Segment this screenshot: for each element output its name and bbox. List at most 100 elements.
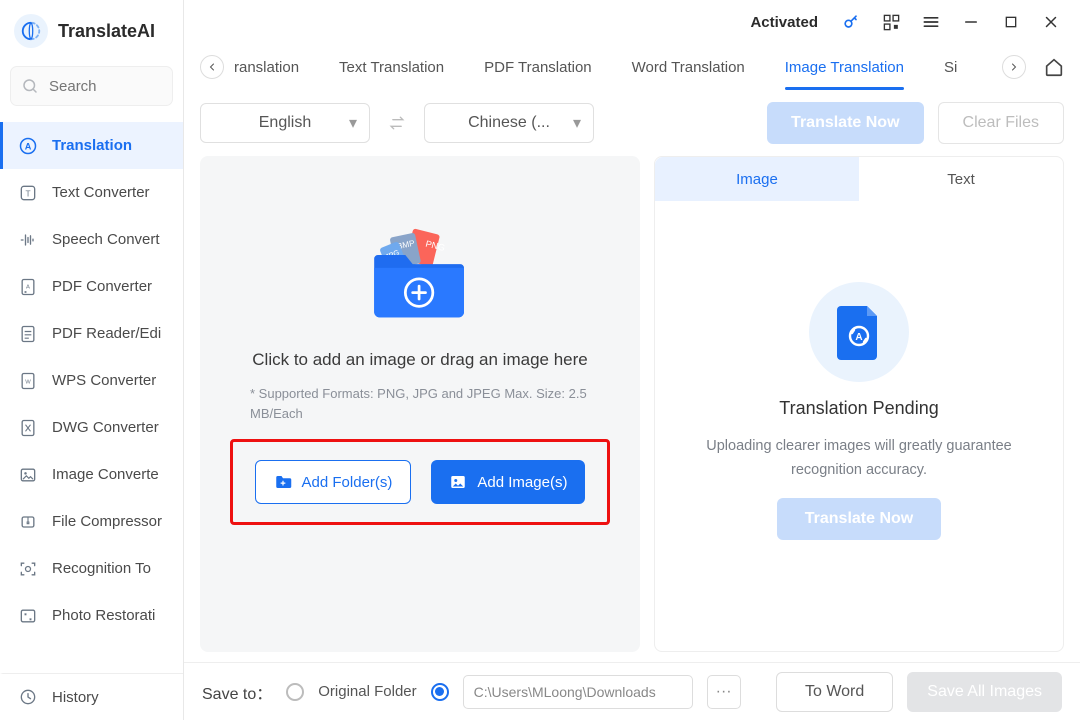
svg-text:A: A <box>25 141 32 151</box>
sidebar-item-speech-convert[interactable]: Speech Convert <box>0 216 183 263</box>
search-input-wrap[interactable] <box>10 66 173 106</box>
close-icon[interactable] <box>1040 11 1062 33</box>
swap-languages-button[interactable] <box>384 113 410 133</box>
svg-text:T: T <box>25 188 30 198</box>
language-row: English ▾ Chinese (... ▾ Translate Now C… <box>200 102 1064 144</box>
qr-icon[interactable] <box>880 11 902 33</box>
maximize-icon[interactable] <box>1000 11 1022 33</box>
drop-zone-title: Click to add an image or drag an image h… <box>252 350 587 370</box>
add-folder-button[interactable]: Add Folder(s) <box>255 460 412 504</box>
sidebar-item-label: Speech Convert <box>52 231 160 248</box>
save-all-images-button[interactable]: Save All Images <box>907 672 1062 712</box>
add-buttons-highlight: Add Folder(s) Add Image(s) <box>230 439 610 525</box>
translate-icon: A <box>17 135 39 157</box>
sidebar-item-label: Translation <box>52 137 132 154</box>
home-icon[interactable] <box>1040 53 1068 81</box>
sidebar-item-pdf-reader[interactable]: PDF Reader/Edi <box>0 310 183 357</box>
sidebar-nav: A Translation T Text Converter Speech Co… <box>0 118 183 673</box>
sidebar-item-label: Image Converte <box>52 466 159 483</box>
clear-files-button[interactable]: Clear Files <box>938 102 1064 144</box>
svg-text:A: A <box>26 284 30 290</box>
search-icon <box>21 77 39 95</box>
minimize-icon[interactable] <box>960 11 982 33</box>
tab-partial-left[interactable]: ranslation <box>228 44 319 90</box>
target-language-select[interactable]: Chinese (... ▾ <box>424 103 594 143</box>
to-word-button[interactable]: To Word <box>776 672 893 712</box>
radio-custom-path[interactable] <box>431 683 449 701</box>
app-logo-icon <box>14 14 48 48</box>
key-icon[interactable] <box>840 11 862 33</box>
text-converter-icon: T <box>17 182 39 204</box>
svg-text:W: W <box>25 379 31 385</box>
sidebar-item-file-compressor[interactable]: File Compressor <box>0 498 183 545</box>
tab-word-translation[interactable]: Word Translation <box>612 44 765 90</box>
chevron-down-icon: ▾ <box>573 113 581 133</box>
sidebar-item-partial[interactable] <box>0 639 183 673</box>
sidebar-item-image-converter[interactable]: Image Converte <box>0 451 183 498</box>
save-path-field[interactable]: C:\Users\MLoong\Downloads <box>463 675 693 709</box>
preview-tab-image[interactable]: Image <box>655 157 859 201</box>
svg-text:A: A <box>855 332 862 343</box>
tab-partial-right[interactable]: Si <box>924 44 977 90</box>
sidebar-item-label: History <box>52 689 99 706</box>
tab-pdf-translation[interactable]: PDF Translation <box>464 44 612 90</box>
sidebar-item-label: DWG Converter <box>52 419 159 436</box>
speech-icon <box>17 229 39 251</box>
sidebar-item-pdf-converter[interactable]: A PDF Converter <box>0 263 183 310</box>
tabs-next-button[interactable] <box>1002 55 1026 79</box>
pending-title: Translation Pending <box>779 398 938 419</box>
chevron-down-icon: ▾ <box>349 113 357 133</box>
photo-restore-icon <box>17 605 39 627</box>
app-logo-row: TranslateAI <box>0 0 183 58</box>
sidebar-item-label: File Compressor <box>52 513 162 530</box>
activation-status: Activated <box>750 14 818 31</box>
sidebar-item-text-converter[interactable]: T Text Converter <box>0 169 183 216</box>
app-name: TranslateAI <box>58 21 155 42</box>
main: Activated ranslation Text Translation PD… <box>184 0 1080 720</box>
pending-file-icon: A <box>809 282 909 382</box>
translate-now-button[interactable]: Translate Now <box>767 102 923 144</box>
preview-tab-text[interactable]: Text <box>859 157 1063 201</box>
titlebar: Activated <box>184 0 1080 44</box>
folder-plus-icon <box>274 473 292 491</box>
radio-original-folder[interactable] <box>286 683 304 701</box>
tab-image-translation[interactable]: Image Translation <box>765 44 924 90</box>
sidebar-item-label: Text Converter <box>52 184 150 201</box>
drop-zone-subtitle: * Supported Formats: PNG, JPG and JPEG M… <box>250 384 590 423</box>
tabs-prev-button[interactable] <box>200 55 224 79</box>
footer: Save to： Original Folder C:\Users\MLoong… <box>184 662 1080 720</box>
sidebar-item-dwg-converter[interactable]: DWG Converter <box>0 404 183 451</box>
sidebar-item-photo-restoration[interactable]: Photo Restorati <box>0 592 183 639</box>
sidebar-item-label: WPS Converter <box>52 372 156 389</box>
recognition-icon <box>17 558 39 580</box>
preview-translate-now-button[interactable]: Translate Now <box>777 498 941 540</box>
tab-text-translation[interactable]: Text Translation <box>319 44 464 90</box>
sidebar-item-label: Photo Restorati <box>52 607 155 624</box>
compress-icon <box>17 511 39 533</box>
sidebar-item-translation[interactable]: A Translation <box>0 122 183 169</box>
sidebar-item-history[interactable]: History <box>0 673 183 720</box>
preview-panel: Image Text A Translation Pending Uploadi… <box>654 156 1064 652</box>
sidebar-item-label: PDF Converter <box>52 278 152 295</box>
save-to-label: Save to： <box>202 680 272 704</box>
source-language-select[interactable]: English ▾ <box>200 103 370 143</box>
pending-subtitle: Uploading clearer images will greatly gu… <box>679 435 1039 481</box>
sidebar-item-label: PDF Reader/Edi <box>52 325 161 342</box>
browse-path-button[interactable]: ··· <box>707 675 741 709</box>
sidebar-item-label: Recognition To <box>52 560 151 577</box>
dwg-icon <box>17 417 39 439</box>
original-folder-label: Original Folder <box>318 683 416 700</box>
pdf-converter-icon: A <box>17 276 39 298</box>
sidebar-item-recognition[interactable]: Recognition To <box>0 545 183 592</box>
folder-graphic-icon: PNG BMP JPG <box>365 222 475 332</box>
drop-zone-panel[interactable]: PNG BMP JPG Click to add an image or dra… <box>200 156 640 652</box>
add-image-button[interactable]: Add Image(s) <box>431 460 585 504</box>
menu-icon[interactable] <box>920 11 942 33</box>
image-icon <box>449 473 467 491</box>
history-icon <box>17 686 39 708</box>
pdf-reader-icon <box>17 323 39 345</box>
wps-icon: W <box>17 370 39 392</box>
tabs-row: ranslation Text Translation PDF Translat… <box>184 44 1080 90</box>
sidebar-item-wps-converter[interactable]: W WPS Converter <box>0 357 183 404</box>
sidebar: TranslateAI A Translation T Text Convert… <box>0 0 184 720</box>
